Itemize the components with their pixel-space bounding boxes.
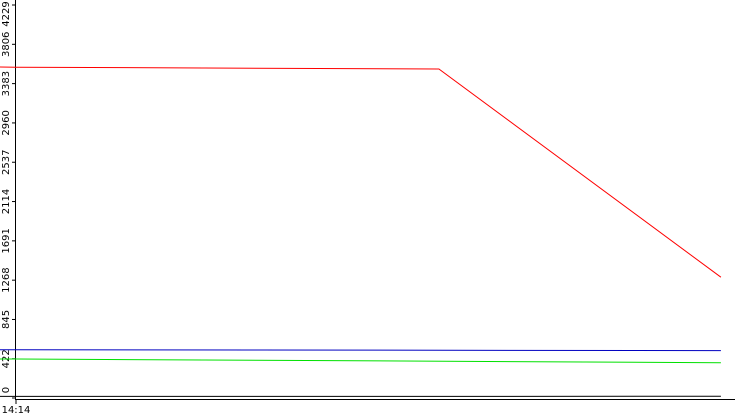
series-lines: [0, 66, 722, 397]
y-tick-label: 845: [1, 310, 12, 329]
y-tick-label: 1691: [1, 228, 12, 253]
blue-series-line: [0, 349, 721, 352]
y-tick-label: 1268: [1, 267, 12, 292]
y-tick-label: 2960: [1, 110, 12, 135]
y-tick-label: 3383: [1, 71, 12, 96]
y-tick-label: 2114: [1, 189, 12, 214]
x-ticks: 14:0114:0214:0314:0414:0514:0614:0714:08…: [2, 399, 31, 415]
green-series-line: [0, 358, 721, 364]
y-tick-label: 2537: [1, 150, 12, 175]
y-ticks: 042284512681691211425372960338338064229: [1, 1, 16, 399]
y-tick-label: 3806: [1, 32, 12, 57]
x-tick-label: 14:14: [2, 405, 31, 415]
y-tick-label: 4229: [1, 1, 12, 26]
black-series-line: [0, 395, 721, 397]
y-tick-label: 0: [1, 387, 12, 393]
red-series-line: [0, 66, 722, 278]
line-chart: 042284512681691211425372960338338064229 …: [0, 0, 735, 415]
